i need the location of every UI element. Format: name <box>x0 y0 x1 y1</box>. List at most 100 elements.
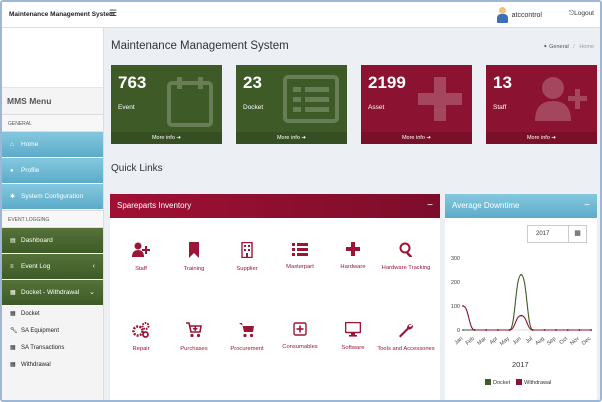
sidebar-subitem-docket[interactable]: ▦ Docket <box>2 306 103 323</box>
x-tick-label: Oct <box>559 336 570 346</box>
quick-link-software[interactable]: Software <box>324 322 382 352</box>
dashboard-icon: ▤ <box>10 238 16 244</box>
quick-link-label: Repair <box>132 346 150 352</box>
minimize-button[interactable]: − <box>427 194 433 218</box>
y-tick-label: 300 <box>451 256 460 262</box>
page-title: Maintenance Management System <box>111 40 289 52</box>
wrench-icon: 🔧︎ <box>10 328 18 334</box>
data-point-withdrawal <box>578 329 581 331</box>
quick-link-procurement[interactable]: Procurement <box>218 322 276 353</box>
sidebar-subitem-sa-transactions[interactable]: ▦ SA Transactions <box>2 340 103 357</box>
x-tick-label: Jan <box>454 336 465 346</box>
stat-label: Docket <box>243 104 264 111</box>
calendar-button[interactable]: ▦ <box>568 226 586 242</box>
more-info-link[interactable]: More info ➔ <box>361 132 472 144</box>
breadcrumb: ✦ General / Home <box>543 44 594 50</box>
calendar-icon: ▦ <box>10 345 16 351</box>
x-tick-label: Jun <box>512 336 523 346</box>
legend-docket[interactable]: Docket <box>485 379 510 386</box>
sidebar-item-docket-withdrawal[interactable]: ▦ Docket - Withdrawal ⌄ <box>2 280 103 306</box>
data-point-withdrawal <box>508 329 511 331</box>
quick-link-tools-and-accessories[interactable]: Tools and Accessories <box>377 322 435 353</box>
quick-link-label: Hardware Tracking <box>381 265 431 271</box>
arrow-circle-right-icon: ➔ <box>551 135 557 141</box>
quick-link-masterpart[interactable]: Masterpart <box>271 242 329 271</box>
average-downtime-panel-header: Average Downtime − <box>445 194 597 218</box>
sidebar-item-system-configuration[interactable]: ✱ System Configuration <box>2 184 103 210</box>
sidebar-toggle-icon[interactable]: ☰ <box>109 8 117 19</box>
sidebar-item-dashboard[interactable]: ▤ Dashboard <box>2 228 103 254</box>
username: atccontrol <box>511 11 542 19</box>
data-point-withdrawal <box>462 305 464 307</box>
calendar-icon: ▦ <box>574 230 581 237</box>
stat-box-staff: 13 Staff More info ➔ <box>486 65 597 144</box>
quick-link-label: Masterpart <box>286 264 314 270</box>
minimize-button[interactable]: − <box>584 194 590 218</box>
sidebar-item-label: Profile <box>21 167 40 174</box>
chart-x-label: 2017 <box>512 360 529 369</box>
stat-box-docket: 23 Docket More info ➔ <box>236 65 347 144</box>
data-point-withdrawal <box>531 329 534 331</box>
legend-label: Withdrawal <box>524 380 552 386</box>
user-icon: ● <box>10 168 14 174</box>
data-point-docket <box>462 329 464 331</box>
average-downtime-panel: Average Downtime − 2017 ▦ 0 100 200 300 Jan Feb… <box>445 194 597 400</box>
x-tick-label: Nov <box>569 336 581 347</box>
sidebar-subitem-withdrawal[interactable]: ▦ Withdrawal <box>2 357 103 374</box>
top-navbar: Maintenance Management System ☰ atccontr… <box>2 2 600 28</box>
section-general: GENERAL <box>2 114 103 132</box>
y-tick-label: 0 <box>457 328 460 334</box>
calendar-icon: ▦ <box>10 311 16 317</box>
sidebar-item-event-log[interactable]: ≡ Event Log ‹ <box>2 254 103 280</box>
breadcrumb-home: Home <box>579 44 594 50</box>
chart-legend: Docket Withdrawal <box>485 379 551 386</box>
data-point-withdrawal <box>566 329 569 331</box>
quick-link-purchases[interactable]: Purchases <box>165 322 223 353</box>
quick-link-label: Hardware <box>340 264 366 270</box>
quick-link-label: Supplier <box>236 266 258 272</box>
quick-link-consumables[interactable]: Consumables <box>271 322 329 351</box>
sidebar-item-label: Home <box>21 141 39 148</box>
wrench-icon <box>399 323 414 338</box>
quick-link-training[interactable]: Training <box>165 242 223 273</box>
stat-value: 13 <box>493 73 512 92</box>
plus-icon <box>418 77 462 121</box>
quick-link-supplier[interactable]: Supplier <box>218 242 276 273</box>
more-info-link[interactable]: More info ➔ <box>236 132 347 144</box>
user-menu[interactable]: atccontrol <box>496 6 542 24</box>
main-content: Maintenance Management System ✦ General … <box>104 28 600 400</box>
quick-link-repair[interactable]: Repair <box>112 322 170 353</box>
data-point-withdrawal <box>520 314 523 317</box>
x-tick-label: Feb <box>465 336 476 347</box>
chevron-left-icon: ‹ <box>92 263 95 270</box>
gear-icon: ✱ <box>10 194 16 200</box>
data-point-withdrawal <box>497 329 499 331</box>
logout-button[interactable]: ⎋Logout <box>569 10 594 18</box>
quick-links-title: Quick Links <box>111 163 163 174</box>
more-info-link[interactable]: More info ➔ <box>486 132 597 144</box>
sidebar-item-home[interactable]: ⌂ Home <box>2 132 103 158</box>
sidebar-subitem-label: SA Equipment <box>21 328 60 334</box>
legend-withdrawal[interactable]: Withdrawal <box>516 379 551 386</box>
sidebar-subitem-label: Docket <box>21 311 40 317</box>
breadcrumb-general[interactable]: General <box>549 44 569 50</box>
x-tick-label: Jul <box>525 336 534 345</box>
arrow-circle-right-icon: ➔ <box>176 135 182 141</box>
sidebar-item-profile[interactable]: ● Profile <box>2 158 103 184</box>
sidebar-subitem-label: Withdrawal <box>21 362 51 368</box>
more-info-label: More info <box>401 135 425 141</box>
data-point-withdrawal <box>590 329 592 331</box>
year-select[interactable]: 2017 ▦ <box>527 225 587 243</box>
quick-link-hardware[interactable]: Hardware <box>324 242 382 271</box>
breadcrumb-icon: ✦ <box>543 44 548 50</box>
brand-title[interactable]: Maintenance Management System <box>2 2 115 28</box>
sidebar-subitem-sa-equipment[interactable]: 🔧︎ SA Equipment <box>2 323 103 340</box>
more-info-link[interactable]: More info ➔ <box>111 132 222 144</box>
calendar-icon: ▦ <box>10 290 16 296</box>
quick-link-hardware-tracking[interactable]: Hardware Tracking <box>377 242 435 272</box>
sidebar-item-label: Dashboard <box>21 237 53 244</box>
quick-link-staff[interactable]: Staff <box>112 242 170 273</box>
stat-box-event: 763 Event More info ➔ <box>111 65 222 144</box>
quick-link-label: Training <box>183 266 205 272</box>
quick-link-label: Staff <box>135 266 147 272</box>
